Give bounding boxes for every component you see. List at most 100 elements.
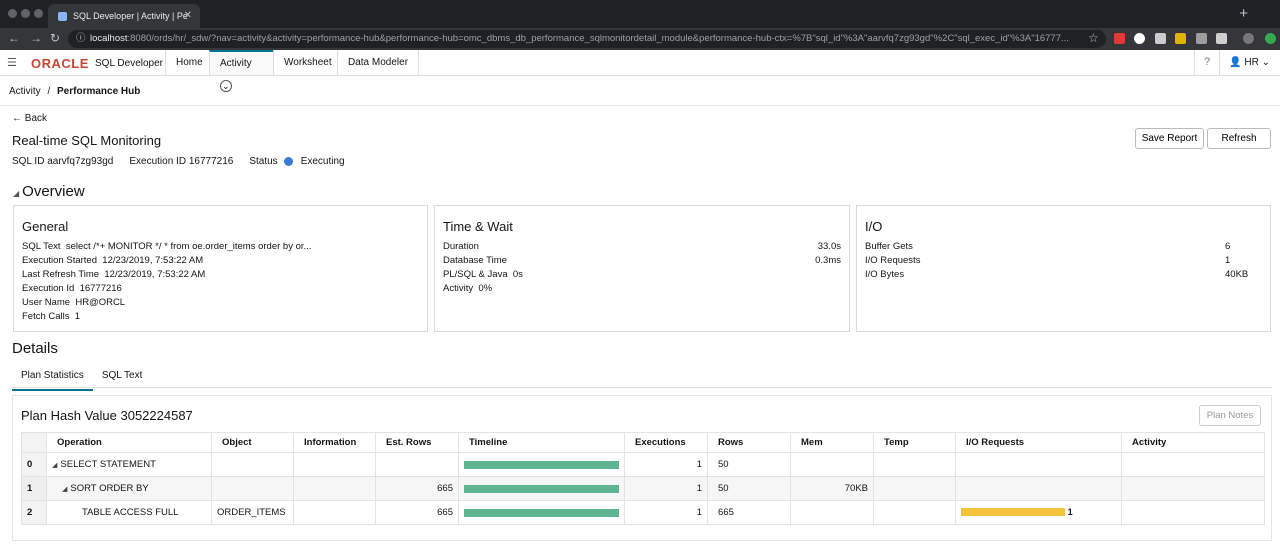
column-header[interactable]: Rows (707, 432, 791, 453)
io-requests-bar (961, 508, 1065, 517)
window-maximize-dot[interactable] (34, 9, 43, 18)
activity-cell (1121, 500, 1265, 525)
kv-row: I/O Bytes 40KB (865, 268, 1262, 282)
table-row[interactable]: 0 ◢ SELECT STATEMENT 1 50 (21, 452, 1265, 477)
breadcrumb: Activity / Performance Hub (9, 86, 140, 97)
divider (0, 105, 1280, 106)
column-header[interactable]: Temp (873, 432, 956, 453)
operation-label: SORT ORDER BY (70, 483, 149, 494)
extension-icon[interactable] (1265, 33, 1276, 44)
plan-table: Operation Object Information Est. Rows T… (21, 432, 1265, 525)
row-id: 2 (21, 500, 47, 525)
close-icon[interactable]: ✕ (184, 10, 192, 21)
bookmark-star-icon[interactable]: ☆ (1088, 31, 1099, 45)
kv-value: select /*+ MONITOR */ * from oe.order_it… (65, 241, 312, 252)
refresh-button[interactable]: Refresh (1207, 128, 1271, 149)
address-bar[interactable]: ⓘ localhost:8080/ords/hr/_sdw/?nav=activ… (68, 30, 1106, 48)
back-link[interactable]: ← Back (12, 113, 47, 124)
back-label: Back (24, 113, 48, 124)
table-row[interactable]: 1 ◢ SORT ORDER BY 665 1 50 70KB (21, 476, 1265, 501)
operation-cell: ◢ SORT ORDER BY (46, 476, 212, 501)
back-arrow-icon: ← (12, 113, 22, 124)
kv-row: Buffer Gets 6 (865, 240, 1262, 254)
kv-value: 0s (512, 269, 523, 280)
execution-meta: SQL ID aarvfq7zg93gd Execution ID 167772… (12, 156, 345, 167)
column-header[interactable]: Timeline (458, 432, 625, 453)
executions-cell: 1 (624, 476, 708, 501)
column-header[interactable]: Est. Rows (375, 432, 459, 453)
kv-row: PL/SQL & Java 0s (443, 268, 841, 282)
extension-icon[interactable] (1216, 33, 1227, 44)
column-header[interactable]: Activity (1121, 432, 1265, 453)
browser-toolbar: ← → ↻ ⓘ localhost:8080/ords/hr/_sdw/?nav… (0, 28, 1280, 50)
reload-icon[interactable]: ↻ (50, 31, 60, 45)
mem-cell: 70KB (790, 476, 874, 501)
io-requests-cell: 1 (955, 500, 1122, 525)
nav-activity[interactable]: Activity ⌄ (209, 50, 273, 92)
extension-icon[interactable] (1134, 33, 1145, 44)
kv-row: Execution Id 16777216 (22, 282, 419, 296)
extension-icon[interactable] (1114, 33, 1125, 44)
card-title: I/O (865, 219, 883, 234)
hamburger-menu-icon[interactable]: ☰ (7, 56, 17, 69)
nav-worksheet[interactable]: Worksheet (273, 50, 342, 75)
kv-value: 12/23/2019, 7:53:22 AM (102, 255, 204, 266)
extension-icon[interactable] (1196, 33, 1207, 44)
table-row[interactable]: 2 TABLE ACCESS FULL ORDER_ITEMS 665 1 66… (21, 500, 1265, 525)
nav-home[interactable]: Home (165, 50, 213, 75)
temp-cell (873, 452, 956, 477)
column-header[interactable]: Executions (624, 432, 708, 453)
timeline-bar (464, 484, 619, 493)
forward-arrow-icon[interactable]: → (30, 31, 42, 45)
column-header[interactable]: Mem (790, 432, 874, 453)
collapse-triangle-icon[interactable]: ◢ (52, 462, 57, 469)
kv-value: 33.0s (817, 241, 841, 252)
operation-cell: ◢ SELECT STATEMENT (46, 452, 212, 477)
kv-value: 40KB (1225, 269, 1249, 280)
kv-row: Activity 0% (443, 282, 841, 296)
profile-avatar[interactable] (1243, 33, 1254, 44)
info-icon[interactable]: ⓘ (76, 30, 86, 48)
general-card: General SQL Text select /*+ MONITOR */ *… (13, 205, 428, 332)
user-menu[interactable]: 👤 HR ⌄ (1229, 57, 1270, 68)
browser-tab-title: SQL Developer | Activity | Pe (73, 11, 188, 21)
row-id: 1 (21, 476, 47, 501)
time-wait-card: Time & Wait Duration 33.0s Database Time 0… (434, 205, 850, 332)
nav-data-modeler[interactable]: Data Modeler (337, 50, 420, 75)
new-tab-icon[interactable]: + (1239, 5, 1248, 22)
kv-row: Fetch Calls 1 (22, 310, 419, 324)
breadcrumb-current: Performance Hub (57, 86, 141, 97)
est-rows-cell: 665 (375, 500, 459, 525)
collapse-triangle-icon[interactable]: ◢ (62, 486, 67, 493)
overview-heading[interactable]: ◢ Overview (13, 183, 85, 200)
kv-value: 16777216 (79, 283, 122, 294)
kv-key: PL/SQL & Java (443, 269, 508, 280)
timeline-cell (458, 500, 625, 525)
page-title: Real-time SQL Monitoring (12, 133, 162, 148)
column-header[interactable]: Operation (46, 432, 212, 453)
window-minimize-dot[interactable] (21, 9, 30, 18)
window-close-dot[interactable] (8, 9, 17, 18)
executing-status-icon (283, 157, 293, 166)
io-requests-value: 1 (1067, 507, 1073, 517)
browser-tab[interactable]: SQL Developer | Activity | Pe ✕ (48, 4, 200, 28)
save-report-button[interactable]: Save Report (1135, 128, 1204, 149)
plan-notes-button[interactable]: Plan Notes (1199, 405, 1261, 426)
app-header: ☰ ORACLE SQL Developer Home Activity ⌄ W… (0, 50, 1280, 92)
back-arrow-icon[interactable]: ← (8, 31, 20, 45)
chevron-down-icon: ⌄ (1261, 57, 1270, 68)
column-header[interactable]: I/O Requests (955, 432, 1122, 453)
extension-icon[interactable] (1155, 33, 1166, 44)
column-header[interactable]: Object (211, 432, 294, 453)
breadcrumb-activity[interactable]: Activity (9, 86, 41, 97)
rows-cell: 50 (707, 452, 791, 477)
kv-value: 12/23/2019, 7:53:22 AM (104, 269, 206, 280)
activity-cell (1121, 452, 1265, 477)
extension-icon[interactable] (1175, 33, 1186, 44)
kv-key: Duration (443, 241, 479, 252)
nav-activity-label: Activity (220, 58, 252, 69)
column-header[interactable]: Information (293, 432, 376, 453)
oracle-logo: ORACLE (31, 56, 89, 71)
help-icon[interactable]: ? (1194, 50, 1220, 75)
kv-key: User Name (22, 297, 71, 308)
